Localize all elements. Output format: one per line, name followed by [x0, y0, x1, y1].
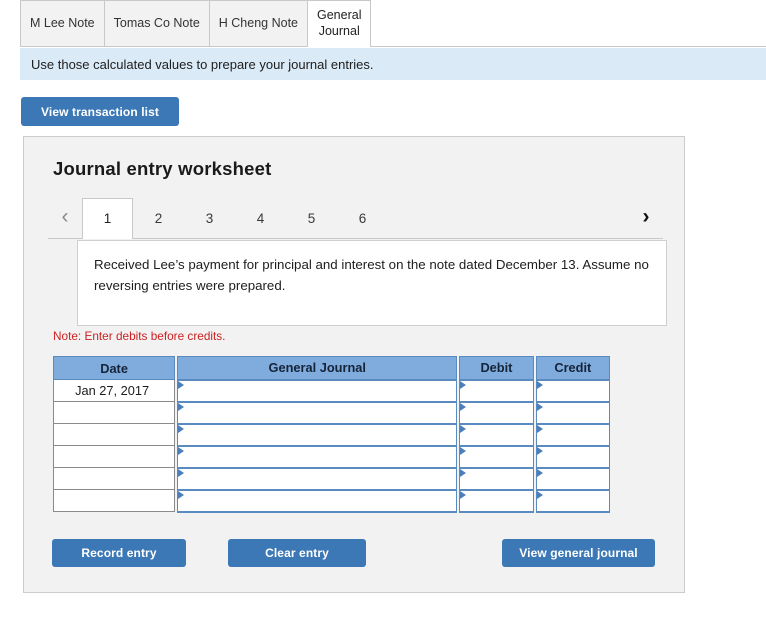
debits-before-credits-note: Note: Enter debits before credits. — [53, 329, 226, 343]
tab-general-journal[interactable]: General Journal — [307, 0, 372, 47]
cell-marker-icon — [460, 468, 467, 477]
pager-step-1[interactable]: 1 — [82, 198, 133, 239]
cell-marker-icon — [460, 424, 467, 433]
credit-input-1[interactable] — [544, 380, 608, 401]
credit-cell-4[interactable] — [535, 444, 611, 469]
debit-cell-5[interactable] — [459, 466, 534, 491]
date-cell-3[interactable] — [52, 423, 176, 446]
transaction-description: Received Lee’s payment for principal and… — [77, 240, 667, 326]
cell-marker-icon — [536, 490, 543, 499]
account-cell-4[interactable] — [177, 444, 458, 469]
account-cell-3[interactable] — [177, 422, 458, 447]
column-header-date: Date — [52, 356, 176, 380]
debit-input-6[interactable] — [468, 490, 532, 511]
debit-input-5[interactable] — [468, 468, 532, 489]
debit-input-4[interactable] — [468, 446, 532, 467]
table-row — [52, 488, 611, 513]
tab-h-cheng-note[interactable]: H Cheng Note — [208, 0, 308, 46]
credit-input-6[interactable] — [544, 490, 608, 511]
column-header-debit: Debit — [459, 356, 534, 380]
credit-cell-5[interactable] — [535, 466, 611, 491]
column-header-general-journal: General Journal — [177, 356, 458, 380]
cell-marker-icon — [536, 424, 543, 433]
cell-marker-icon — [460, 380, 467, 389]
credit-cell-2[interactable] — [535, 400, 611, 425]
table-row — [52, 444, 611, 469]
view-transaction-list-button[interactable]: View transaction list — [21, 97, 179, 126]
pager-step-2[interactable]: 2 — [133, 198, 184, 238]
table-row — [52, 422, 611, 447]
record-entry-button[interactable]: Record entry — [52, 539, 186, 567]
transaction-description-text: Received Lee’s payment for principal and… — [94, 257, 649, 293]
account-input-1[interactable] — [186, 380, 456, 401]
credit-cell-1[interactable] — [535, 378, 611, 403]
column-header-credit: Credit — [535, 356, 611, 380]
cell-marker-icon — [536, 446, 543, 455]
cell-marker-icon — [460, 490, 467, 499]
cell-marker-icon — [178, 490, 185, 499]
cell-marker-icon — [178, 380, 185, 389]
credit-input-5[interactable] — [544, 468, 608, 489]
cell-marker-icon — [178, 468, 185, 477]
date-cell-6[interactable] — [52, 489, 176, 512]
cell-marker-icon — [536, 380, 543, 389]
table-row — [52, 466, 611, 491]
date-cell-1[interactable]: Jan 27, 2017 — [52, 379, 176, 402]
instruction-banner-text: Use those calculated values to prepare y… — [31, 56, 374, 72]
debit-cell-3[interactable] — [459, 422, 534, 447]
date-cell-2[interactable] — [52, 401, 176, 424]
account-cell-5[interactable] — [177, 466, 458, 491]
page-title: Journal entry worksheet — [53, 158, 272, 179]
tab-tomas-co-note[interactable]: Tomas Co Note — [103, 0, 210, 46]
chevron-right-icon[interactable]: › — [629, 198, 663, 238]
tab-strip-filler — [370, 0, 766, 46]
cell-marker-icon — [178, 402, 185, 411]
pager-step-5[interactable]: 5 — [286, 198, 337, 238]
debit-input-1[interactable] — [468, 380, 532, 401]
credit-cell-6[interactable] — [535, 488, 611, 513]
chevron-left-icon[interactable]: ‹ — [48, 198, 82, 238]
clear-entry-button[interactable]: Clear entry — [228, 539, 366, 567]
account-input-6[interactable] — [186, 490, 456, 511]
credit-input-3[interactable] — [544, 424, 608, 445]
cell-marker-icon — [460, 446, 467, 455]
account-input-2[interactable] — [186, 402, 456, 423]
pager-step-3[interactable]: 3 — [184, 198, 235, 238]
credit-cell-3[interactable] — [535, 422, 611, 447]
tab-strip: M Lee Note Tomas Co Note H Cheng Note Ge… — [20, 0, 766, 47]
pager-step-4[interactable]: 4 — [235, 198, 286, 238]
credit-input-4[interactable] — [544, 446, 608, 467]
pager-step-6[interactable]: 6 — [337, 198, 388, 238]
account-input-4[interactable] — [186, 446, 456, 467]
instruction-banner: Use those calculated values to prepare y… — [20, 48, 766, 80]
account-cell-6[interactable] — [177, 488, 458, 513]
date-cell-5[interactable] — [52, 467, 176, 490]
tab-m-lee-note[interactable]: M Lee Note — [20, 0, 105, 46]
account-input-3[interactable] — [186, 424, 456, 445]
cell-marker-icon — [536, 402, 543, 411]
cell-marker-icon — [460, 402, 467, 411]
account-input-5[interactable] — [186, 468, 456, 489]
table-header-row: Date General Journal Debit Credit — [52, 356, 611, 380]
cell-marker-icon — [536, 468, 543, 477]
debit-cell-6[interactable] — [459, 488, 534, 513]
cell-marker-icon — [178, 424, 185, 433]
debit-input-3[interactable] — [468, 424, 532, 445]
date-cell-4[interactable] — [52, 445, 176, 468]
journal-entry-table: Date General Journal Debit Credit Jan 27… — [52, 356, 611, 513]
account-cell-1[interactable] — [177, 378, 458, 403]
table-row: Jan 27, 2017 — [52, 378, 611, 403]
view-general-journal-button[interactable]: View general journal — [502, 539, 655, 567]
debit-cell-1[interactable] — [459, 378, 534, 403]
journal-entry-worksheet-panel: Journal entry worksheet ‹ 1 2 3 4 5 6 › … — [23, 136, 685, 593]
debit-cell-2[interactable] — [459, 400, 534, 425]
credit-input-2[interactable] — [544, 402, 608, 423]
debit-input-2[interactable] — [468, 402, 532, 423]
cell-marker-icon — [178, 446, 185, 455]
table-row — [52, 400, 611, 425]
debit-cell-4[interactable] — [459, 444, 534, 469]
account-cell-2[interactable] — [177, 400, 458, 425]
worksheet-pager: ‹ 1 2 3 4 5 6 › — [48, 198, 663, 239]
